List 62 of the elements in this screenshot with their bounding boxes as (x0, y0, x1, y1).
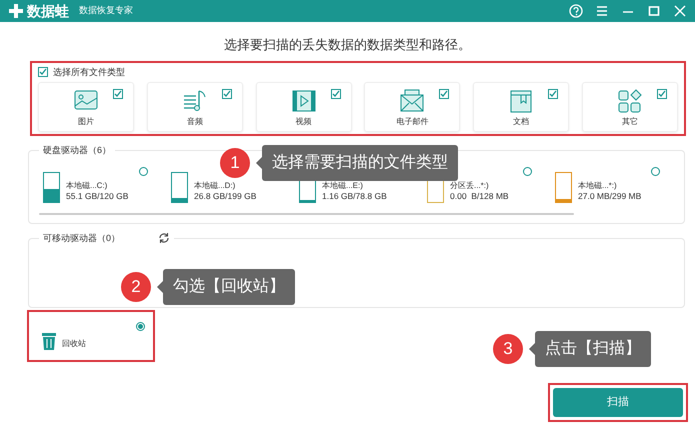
trash-can-icon (41, 332, 57, 350)
select-all-label: 选择所有文件类型 (53, 66, 125, 78)
checkbox[interactable] (656, 89, 667, 99)
checkbox[interactable] (439, 89, 450, 99)
grid-shapes-icon (616, 88, 644, 114)
page-heading: 选择要扫描的丢失数据的数据类型和路径。 (223, 36, 472, 54)
checkbox[interactable] (222, 89, 232, 99)
file-type-label: 视频 (296, 116, 312, 128)
drive-label: 本地磁...*:) (578, 180, 618, 190)
radio-button[interactable] (139, 167, 148, 176)
file-type-label: 其它 (622, 116, 638, 128)
file-type-card[interactable]: 视频 (256, 82, 352, 132)
file-type-card[interactable]: 其它 (582, 82, 678, 132)
drive-label: 分区丢...*:) (450, 180, 490, 190)
step-tooltip: 点击【扫描】 (535, 331, 651, 367)
step-number: 3 (493, 334, 523, 364)
drive-label: 本地磁...E:) (322, 180, 364, 190)
file-type-label: 图片 (78, 116, 94, 128)
drive-usage: 26.8 GB/199 GB (194, 190, 256, 203)
drive-label: 本地磁...C:) (66, 180, 108, 190)
app-name: 数据蛙 (27, 2, 69, 20)
drive-item[interactable]: 本地磁...C:) 55.1 GB/120 GB (43, 163, 148, 203)
refresh-icon[interactable] (158, 232, 170, 244)
pointer-icon (256, 157, 262, 169)
file-type-card[interactable]: 图片 (38, 82, 134, 132)
checkbox[interactable] (113, 89, 123, 99)
checkbox[interactable] (38, 67, 48, 78)
step-number: 2 (121, 272, 151, 302)
step-number: 1 (220, 148, 250, 178)
radio-button[interactable] (136, 322, 145, 331)
pointer-icon (529, 343, 535, 355)
pointer-icon (157, 281, 163, 293)
scan-button[interactable]: 扫描 (553, 388, 683, 417)
checkbox[interactable] (330, 89, 341, 99)
file-type-card[interactable]: 文档 (473, 82, 570, 132)
checkbox[interactable] (548, 89, 558, 99)
drive-usage: 27.0 MB/299 MB (578, 190, 642, 203)
maximize-icon[interactable] (647, 4, 661, 18)
file-type-label: 电子邮件 (396, 116, 428, 128)
drive-usage: 0.00 B/128 MB (450, 190, 509, 203)
cross-logo-icon (8, 3, 24, 19)
radio-button[interactable] (523, 167, 532, 176)
section-title: 可移动驱动器（0） (43, 234, 120, 242)
file-type-label: 音频 (186, 116, 203, 128)
drive-usage: 1.16 GB/78.8 GB (322, 190, 387, 203)
drive-label: 本地磁...D:) (194, 180, 236, 190)
envelope-icon (398, 88, 426, 114)
app-subtitle: 数据恢复专家 (79, 4, 133, 18)
file-type-label: 文档 (513, 116, 530, 128)
menu-icon[interactable] (595, 4, 609, 18)
help-icon[interactable] (569, 4, 583, 18)
drive-usage: 55.1 GB/120 GB (66, 190, 128, 203)
recycle-bin-label: 回收站 (62, 338, 86, 350)
step-tooltip: 选择需要扫描的文件类型 (262, 145, 458, 181)
film-strip-icon (290, 88, 318, 114)
section-title: 硬盘驱动器（6） (43, 145, 112, 155)
file-type-card[interactable]: 电子邮件 (364, 82, 460, 132)
close-icon[interactable] (673, 4, 687, 18)
drive-item[interactable]: 本地磁...*:) 27.0 MB/299 MB (555, 163, 660, 203)
file-type-card[interactable]: 音频 (146, 82, 243, 132)
radio-button[interactable] (651, 167, 660, 176)
step-tooltip: 勾选【回收站】 (163, 269, 295, 305)
